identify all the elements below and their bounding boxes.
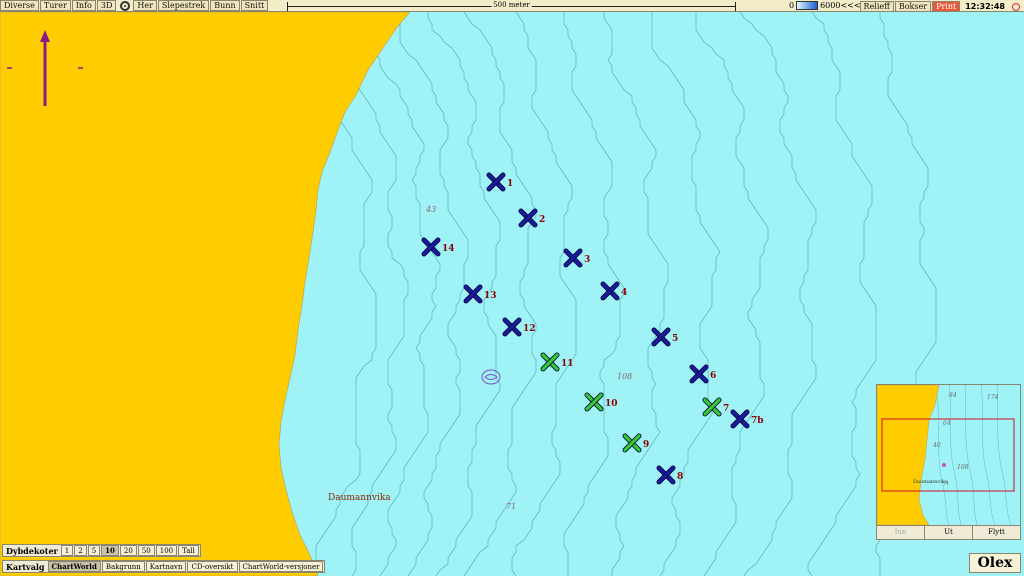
waypoint-label: 11 [561, 359, 574, 369]
olex-logo: Olex [969, 553, 1021, 573]
3d-button[interactable]: 3D [96, 0, 117, 11]
contour-option[interactable]: 5 [87, 545, 101, 556]
overview-map[interactable]: 84 174 40 64 108 Daumannvika 71 [876, 384, 1020, 526]
print-button[interactable]: Print [932, 0, 961, 12]
chart-option[interactable]: Bakgrunn [101, 561, 145, 572]
chart-option[interactable]: ChartWorld-versjoner [238, 561, 324, 572]
relieff-button[interactable]: Relieff [859, 0, 894, 12]
waypoint-label: 13 [484, 291, 497, 301]
inset-depth-label: 108 [957, 464, 969, 471]
bokser-button[interactable]: Bokser [894, 0, 932, 12]
toolbar-right-group: Relieff Bokser Print 12:32:48 [859, 0, 1024, 12]
contour-option[interactable]: 20 [119, 545, 137, 556]
waypoint-label: 12 [523, 324, 536, 334]
waypoint-label: 8 [677, 472, 683, 482]
depth-gradient-swatch [796, 1, 819, 10]
clock: 12:32:48 [965, 1, 1005, 11]
contour-option[interactable]: 50 [137, 545, 155, 556]
olex-chart-window: Diverse Turer Info 3D Her Slepestrek Bun… [0, 0, 1024, 576]
inset-depth-label: 40 [932, 442, 941, 449]
bunn-button[interactable]: Bunn [210, 0, 240, 11]
depth-label: 108 [617, 372, 632, 381]
place-name-label: Daumannvika [328, 493, 391, 503]
waypoint-label: 2 [539, 215, 545, 225]
slepestrek-button[interactable]: Slepestrek [157, 0, 210, 11]
inset-controls: Inn Ut Flytt [877, 525, 1020, 539]
waypoint-label: 10 [605, 399, 618, 409]
chart-select-label: Kartvalg [6, 561, 45, 572]
waypoint-label: 4 [621, 288, 627, 298]
chart-option-selected[interactable]: ChartWorld [47, 561, 101, 572]
depth-contour-label: Dybdekoter [6, 545, 58, 556]
waypoint-label: 9 [643, 440, 649, 450]
snitt-button[interactable]: Snitt [240, 0, 269, 11]
chart-map[interactable]: Daumannvika 43 108 71 12345677b891011121… [0, 12, 1024, 576]
depth-label: 71 [506, 502, 516, 511]
depth-max-label: 6000 [820, 1, 841, 10]
position-target-icon[interactable] [120, 0, 131, 11]
contour-option[interactable]: 100 [155, 545, 178, 556]
move-button[interactable]: Flytt [973, 526, 1020, 539]
top-toolbar: Diverse Turer Info 3D Her Slepestrek Bun… [0, 0, 1024, 12]
chart-option[interactable]: Kartnavn [145, 561, 187, 572]
overview-inset[interactable]: 84 174 40 64 108 Daumannvika 71 Inn Ut F… [876, 384, 1021, 540]
depth-contour-bar: Dybdekoter 1 2 5 10 20 50 100 Tall [2, 544, 201, 557]
depth-min-label: 0 [789, 1, 795, 10]
zoom-out-button[interactable]: Ut [925, 526, 973, 539]
inset-depth-label: 64 [943, 420, 951, 427]
contour-option[interactable]: 1 [60, 545, 74, 556]
inset-depth-label: 84 [949, 392, 957, 399]
inset-depth-label: 174 [987, 394, 999, 401]
waypoint-label: 14 [442, 244, 455, 254]
depth-label: 43 [425, 205, 436, 214]
contour-option-selected[interactable]: 10 [101, 545, 119, 556]
chart-option[interactable]: CD-oversikt [187, 561, 238, 572]
inset-place-depth: 71 [943, 481, 949, 487]
info-button[interactable]: Info [71, 0, 96, 11]
diverse-button[interactable]: Diverse [0, 0, 39, 11]
contour-option[interactable]: Tall [178, 545, 199, 556]
chart-select-bar: Kartvalg ChartWorld Bakgrunn Kartnavn CD… [2, 560, 326, 573]
sun-icon[interactable] [1009, 1, 1021, 11]
waypoint-label: 1 [507, 179, 513, 189]
waypoint-label: 3 [584, 255, 590, 265]
waypoint-label: 6 [710, 371, 716, 381]
contour-option[interactable]: 2 [74, 545, 87, 556]
scale-bar-label: 500 meter [491, 1, 532, 10]
waypoint-label: 5 [672, 334, 678, 344]
scale-bar: 500 meter [287, 1, 736, 11]
waypoint-label: 7 [723, 404, 729, 414]
waypoint-label: 7b [751, 416, 764, 426]
her-button[interactable]: Her [133, 0, 157, 11]
zoom-in-button[interactable]: Inn [877, 526, 925, 539]
turer-button[interactable]: Turer [39, 0, 71, 11]
prev-button[interactable]: <<< [840, 1, 860, 10]
